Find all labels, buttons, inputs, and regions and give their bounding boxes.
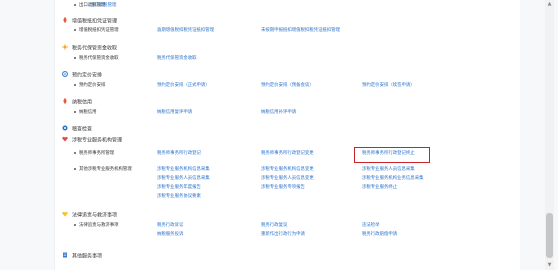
sun-icon [62, 44, 68, 50]
link-staff-info-collect[interactable]: 涉税专业服务人员信息采集 [362, 167, 415, 173]
scroll-down-icon[interactable]: ▼ [546, 262, 553, 268]
sub-other-agencies: 其他涉税专业服务机构管理 [74, 167, 132, 173]
link-staff-info-collect-2[interactable]: 涉税专业服务人员信息采集 [157, 176, 210, 182]
section-vat-deduction: 增值税抵扣凭证管理 [62, 17, 117, 26]
section-tax-agency: 涉税专业服务机构管理 [62, 136, 122, 145]
page-frame: ▲ ▼ 出口退税管理 出口退税管理 增值税抵扣凭证管理 增值税抵扣凭证管理 逾期… [0, 0, 558, 270]
link-firm-change[interactable]: 税务师事务所行政登记变更 [261, 151, 314, 157]
link-service-terminate[interactable]: 涉税专业服务终止 [362, 185, 397, 191]
sub-firm-management: 税务师事务所管理 [74, 151, 114, 157]
highlight-box [354, 147, 430, 163]
sub-custody-funds: 税务代保管资金收取 [74, 56, 119, 62]
link-complaint[interactable]: 纳税服务投诉 [157, 232, 183, 238]
link-credit-supplement[interactable]: 纳税信用补评申请 [261, 110, 296, 116]
link-overdue-vat[interactable]: 逾期增值税扣税凭证抵扣管理 [157, 28, 214, 34]
section-legal: 法律追责与救济事项 [62, 211, 117, 220]
link-report-violation[interactable]: 违法检举 [362, 223, 380, 229]
link-special-report[interactable]: 涉税专业服务专项报告 [261, 185, 305, 191]
sub-vat-deduction: 增值税抵扣凭证管理 [74, 28, 119, 34]
scrollbar-thumb[interactable] [546, 213, 553, 258]
link-annual-report[interactable]: 涉税专业服务年度报告 [157, 185, 201, 191]
link-staff-info-change[interactable]: 涉税专业服务人员信息变更 [261, 176, 314, 182]
section-other: 其他服务事项 [62, 252, 102, 261]
sub-apa: 预约定价安排 [74, 83, 105, 89]
link-agency-info-collect[interactable]: 涉税专业服务机构信息采集 [157, 167, 210, 173]
link-compensation[interactable]: 税务行政赔偿申请 [362, 232, 397, 238]
link-apa-renewal[interactable]: 预约定价安排（续签申请） [362, 83, 415, 89]
link-apa-prelim[interactable]: 预约定价安排（预备会谈） [261, 83, 314, 89]
link-apa-formal[interactable]: 预约定价安排（正式申请） [157, 83, 210, 89]
left-margin [0, 0, 55, 270]
link-custody-funds[interactable]: 税务代保管资金收取 [157, 56, 197, 62]
link-export-refund[interactable]: 出口退税管理 [90, 3, 116, 9]
link-agreement[interactable]: 涉税专业服务协议要素 [157, 194, 201, 200]
circle-icon [62, 125, 68, 131]
section-custody-funds: 税务代保管资金收取 [62, 44, 117, 53]
link-firm-register[interactable]: 税务师事务所行政登记 [157, 151, 201, 157]
link-credit-reeval[interactable]: 纳税信用复评申请 [157, 110, 192, 116]
heart-icon [62, 211, 68, 217]
sub-legal: 法律追责与救济事项 [74, 223, 119, 229]
link-litigation[interactable]: 税务行政诉讼 [157, 223, 183, 229]
link-business-info[interactable]: 涉税专业服务机构业务信息采集 [362, 176, 423, 182]
section-apa: 预约定价安排 [62, 71, 102, 80]
section-inspection: 稽查检查 [62, 125, 92, 134]
gear-icon [62, 71, 68, 77]
section-tax-credit: 纳税信用 [62, 98, 92, 107]
flame-icon [63, 17, 67, 23]
link-late-vat[interactable]: 未按期申报抵扣增值税扣税凭证抵扣管理 [261, 28, 340, 34]
doc-icon [63, 252, 67, 258]
sub-tax-credit: 纳税信用 [74, 110, 97, 116]
heart-icon [62, 136, 68, 142]
scroll-up-icon[interactable]: ▲ [546, 1, 553, 7]
link-redo[interactable]: 重新作出行政行为申请 [261, 232, 305, 238]
link-review[interactable]: 税务行政复议 [261, 223, 287, 229]
link-agency-info-change[interactable]: 涉税专业服务机构信息变更 [261, 167, 314, 173]
flame-icon [63, 98, 67, 104]
